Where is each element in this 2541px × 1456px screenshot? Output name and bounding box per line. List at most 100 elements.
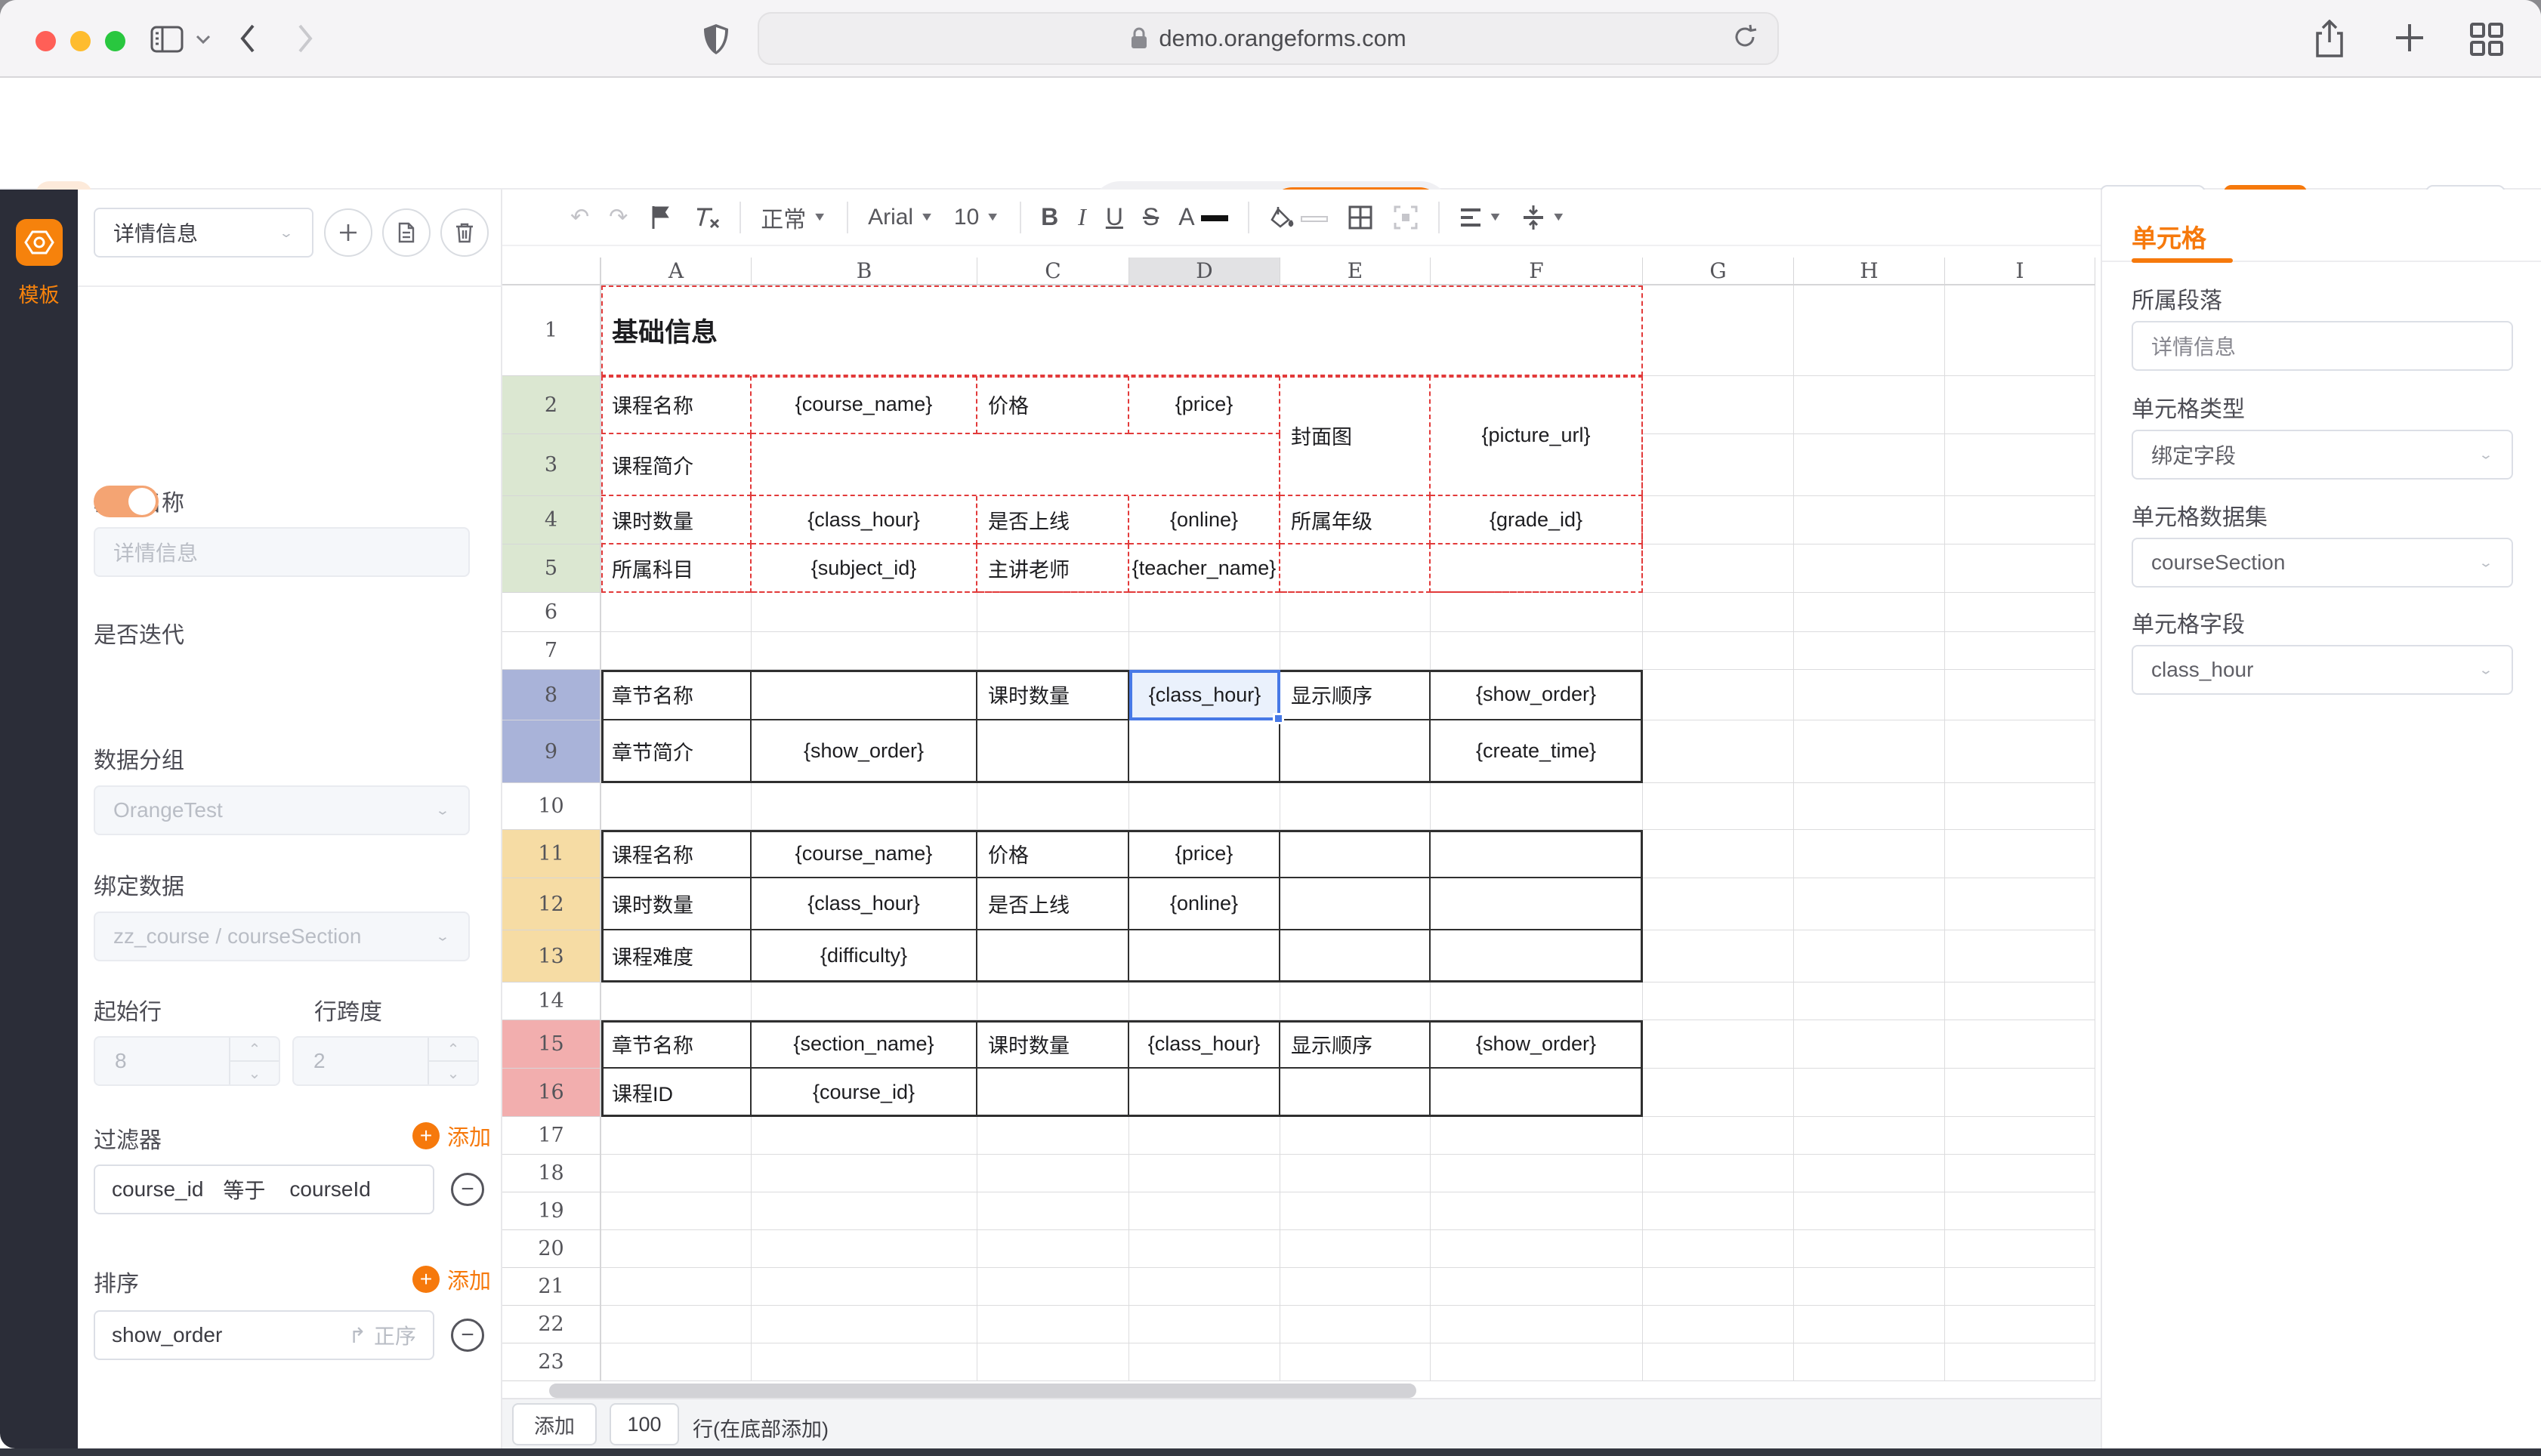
sheet-cell-D23[interactable]	[1129, 1343, 1280, 1381]
sheet-cell-H14[interactable]	[1794, 982, 1945, 1020]
sheet-cell-F18[interactable]	[1431, 1155, 1643, 1192]
sheet-cell-A11[interactable]: 课程名称	[601, 830, 752, 878]
sheet-cell-I19[interactable]	[1945, 1192, 2095, 1230]
sheet-cell-C16[interactable]	[977, 1069, 1129, 1117]
minimize-window-button[interactable]	[70, 31, 91, 51]
tab-overview-icon[interactable]	[2468, 21, 2505, 57]
sheet-cell-F20[interactable]	[1431, 1230, 1643, 1268]
sidebar-toggle-icon[interactable]	[150, 24, 184, 54]
sheet-cell-E7[interactable]	[1280, 632, 1431, 670]
sheet-cell-B5[interactable]: {subject_id}	[752, 544, 977, 593]
sheet-cell-I8[interactable]	[1945, 670, 2095, 720]
sheet-cell-F11[interactable]	[1431, 830, 1643, 878]
row-header-1[interactable]: 1	[502, 285, 601, 376]
sheet-cell-H8[interactable]	[1794, 670, 1945, 720]
sheet-cell-E10[interactable]	[1280, 783, 1431, 830]
zoom-window-button[interactable]	[105, 31, 125, 51]
sheet-cell-C15[interactable]: 课时数量	[977, 1020, 1129, 1069]
column-header-H[interactable]: H	[1794, 258, 1945, 285]
sheet-cell-B11[interactable]: {course_name}	[752, 830, 977, 878]
new-tab-icon[interactable]	[2393, 21, 2426, 54]
sheet-cell-A10[interactable]	[601, 783, 752, 830]
sheet-cell-G5[interactable]	[1643, 544, 1794, 593]
sheet-cell-E21[interactable]	[1280, 1268, 1431, 1306]
sheet-cell-I21[interactable]	[1945, 1268, 2095, 1306]
sheet-cell-I1[interactable]	[1945, 285, 2095, 376]
sheet-cell-E8[interactable]: 显示顺序	[1280, 670, 1431, 720]
sheet-cell-I11[interactable]	[1945, 830, 2095, 878]
start-row-stepper[interactable]: 8 ⌃⌄	[94, 1036, 280, 1086]
sheet-cell-F8[interactable]: {show_order}	[1431, 670, 1643, 720]
sheet-cell-F22[interactable]	[1431, 1306, 1643, 1343]
sheet-cell-I10[interactable]	[1945, 783, 2095, 830]
sheet-cell-B20[interactable]	[752, 1230, 977, 1268]
sheet-cell-H9[interactable]	[1794, 720, 1945, 783]
sheet-cell-D5[interactable]: {teacher_name}	[1129, 544, 1280, 593]
sheet-cell-C23[interactable]	[977, 1343, 1129, 1381]
row-header-18[interactable]: 18	[502, 1155, 601, 1192]
dataset-select[interactable]: courseSection⌄	[2132, 538, 2513, 588]
sort-item-row[interactable]: show_order ↱ 正序	[94, 1310, 434, 1360]
sheet-cell-E22[interactable]	[1280, 1306, 1431, 1343]
sheet-cell-G23[interactable]	[1643, 1343, 1794, 1381]
sheet-cell-G1[interactable]	[1643, 285, 1794, 376]
sheet-cell-F14[interactable]	[1431, 982, 1643, 1020]
remove-filter-button[interactable]: −	[451, 1173, 484, 1206]
italic-button[interactable]: I	[1078, 203, 1086, 231]
sheet-cell-C5[interactable]: 主讲老师	[977, 544, 1129, 593]
underline-button[interactable]: U	[1106, 203, 1123, 231]
sheet-cell-F21[interactable]	[1431, 1268, 1643, 1306]
sheet-cell-C11[interactable]: 价格	[977, 830, 1129, 878]
bold-button[interactable]: B	[1041, 203, 1058, 231]
delete-section-button[interactable]	[440, 208, 489, 257]
sheet-cell-B18[interactable]	[752, 1155, 977, 1192]
horizontal-scrollbar[interactable]	[549, 1384, 1416, 1398]
sheet-cell-F4[interactable]: {grade_id}	[1431, 496, 1643, 544]
row-header-5[interactable]: 5	[502, 544, 601, 593]
row-header-12[interactable]: 12	[502, 878, 601, 930]
sheet-cell-A6[interactable]	[601, 593, 752, 632]
sheet-cell-F5[interactable]	[1431, 544, 1643, 593]
vertical-align-button[interactable]: ▼	[1522, 205, 1566, 230]
sheet-cell-F12[interactable]	[1431, 878, 1643, 930]
sheet-cell-D22[interactable]	[1129, 1306, 1280, 1343]
row-header-3[interactable]: 3	[502, 434, 601, 496]
sheet-cell-A20[interactable]	[601, 1230, 752, 1268]
back-icon[interactable]	[239, 23, 257, 54]
sheet-cell-B6[interactable]	[752, 593, 977, 632]
font-size-select[interactable]: 10▼	[954, 205, 1000, 230]
cell-type-select[interactable]: 绑定字段⌄	[2132, 430, 2513, 480]
sheet-cell-A13[interactable]: 课程难度	[601, 930, 752, 982]
close-window-button[interactable]	[36, 31, 56, 51]
reload-icon[interactable]	[1732, 23, 1758, 51]
sheet-cell-C8[interactable]: 课时数量	[977, 670, 1129, 720]
sheet-cell-B10[interactable]	[752, 783, 977, 830]
sheet-cell-G22[interactable]	[1643, 1306, 1794, 1343]
sheet-cell-I15[interactable]	[1945, 1020, 2095, 1069]
sheet-cell-C18[interactable]	[977, 1155, 1129, 1192]
sheet-cell-D10[interactable]	[1129, 783, 1280, 830]
add-rows-button[interactable]: 添加	[512, 1403, 597, 1445]
sheet-cell-A8[interactable]: 章节名称	[601, 670, 752, 720]
section-select[interactable]: 详情信息⌄	[94, 208, 313, 258]
sheet-cell-G6[interactable]	[1643, 593, 1794, 632]
row-header-16[interactable]: 16	[502, 1069, 601, 1117]
sheet-cell-D6[interactable]	[1129, 593, 1280, 632]
sheet-cell-E6[interactable]	[1280, 593, 1431, 632]
sheet-cell-B19[interactable]	[752, 1192, 977, 1230]
add-section-button[interactable]	[324, 208, 372, 257]
sheet-cell-D20[interactable]	[1129, 1230, 1280, 1268]
sheet-cell-H17[interactable]	[1794, 1117, 1945, 1155]
sheet-cell-G4[interactable]	[1643, 496, 1794, 544]
sheet-cell-I22[interactable]	[1945, 1306, 2095, 1343]
sheet-cell-E13[interactable]	[1280, 930, 1431, 982]
sheet-cell-C20[interactable]	[977, 1230, 1129, 1268]
sheet-cell-C10[interactable]	[977, 783, 1129, 830]
column-header-C[interactable]: C	[977, 258, 1129, 285]
sheet-cell-E9[interactable]	[1280, 720, 1431, 783]
sheet-cell-H6[interactable]	[1794, 593, 1945, 632]
sheet-cell-H21[interactable]	[1794, 1268, 1945, 1306]
sheet-cell-F9[interactable]: {create_time}	[1431, 720, 1643, 783]
sheet-cell-D12[interactable]: {online}	[1129, 878, 1280, 930]
sheet-cell-G18[interactable]	[1643, 1155, 1794, 1192]
